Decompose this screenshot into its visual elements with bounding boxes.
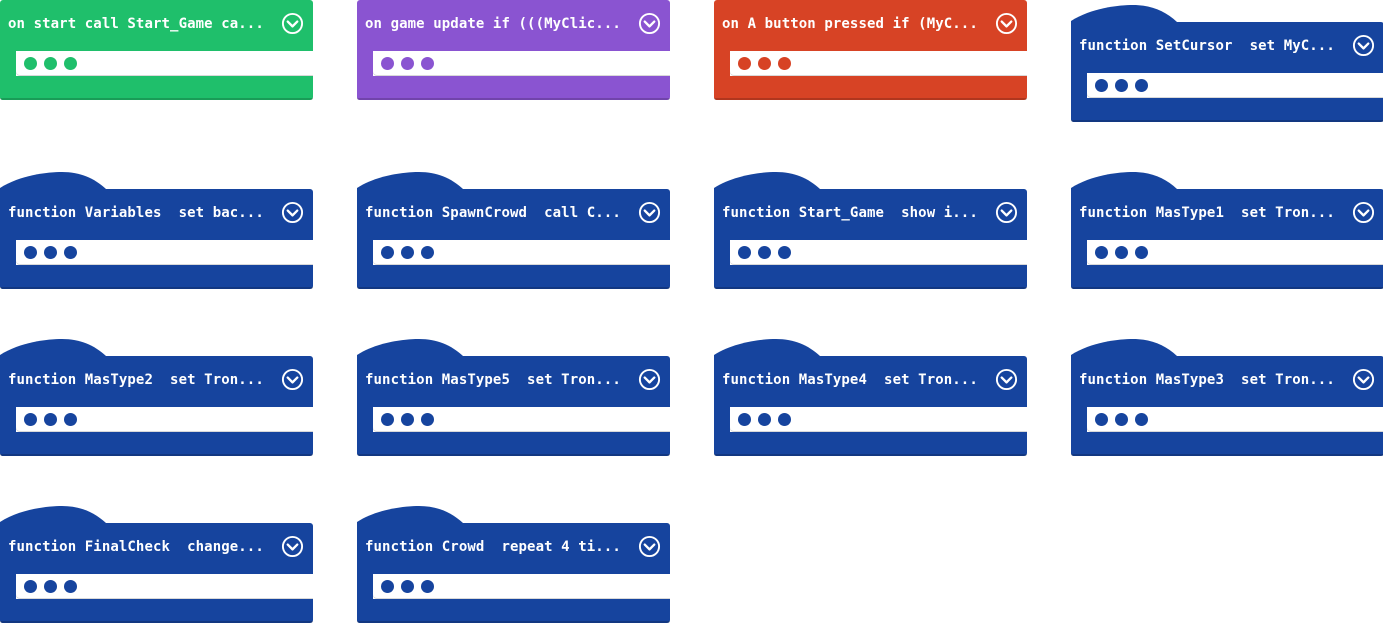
chevron-down-circle-icon[interactable] (281, 12, 304, 35)
collapsed-dots-button[interactable] (1095, 246, 1148, 259)
chevron-down-circle-icon[interactable] (638, 201, 661, 224)
chevron-down-circle-icon[interactable] (638, 368, 661, 391)
blocks-workspace[interactable]: on start call Start_Game ca... on game u… (0, 0, 1383, 623)
collapsed-dots-button[interactable] (24, 580, 77, 593)
block-header[interactable]: function Crowd repeat 4 ti... (357, 523, 670, 574)
collapsed-dots-button[interactable] (381, 580, 434, 593)
collapsed-dots-button[interactable] (738, 246, 791, 259)
chevron-down-circle-icon[interactable] (1352, 201, 1375, 224)
chevron-down-circle-icon[interactable] (1352, 34, 1375, 57)
collapsed-dots-button[interactable] (381, 57, 434, 70)
chevron-down-circle-icon[interactable] (995, 368, 1018, 391)
chevron-down-circle-icon[interactable] (995, 201, 1018, 224)
block-header[interactable]: function MasType4 set Tron... (714, 356, 1027, 407)
block-header[interactable]: function Variables set bac... (0, 189, 313, 240)
chevron-down-circle-icon[interactable] (281, 201, 304, 224)
collapsed-dots-button[interactable] (738, 57, 791, 70)
block-header[interactable]: on start call Start_Game ca... (0, 0, 313, 51)
block-header[interactable]: function SpawnCrowd call C... (357, 189, 670, 240)
block-header[interactable]: on game update if (((MyClic... (357, 0, 670, 51)
chevron-down-circle-icon[interactable] (281, 535, 304, 558)
block-header[interactable]: on A button pressed if (MyC... (714, 0, 1027, 51)
chevron-down-circle-icon[interactable] (281, 368, 304, 391)
block-label: function MasType3 set Tron... (1079, 372, 1335, 388)
collapsed-dots-button[interactable] (381, 246, 434, 259)
block-label: function Crowd repeat 4 ti... (365, 539, 621, 555)
block-label: function Start_Game show i... (722, 205, 978, 221)
block-label: function SetCursor set MyC... (1079, 38, 1335, 54)
block-label: function FinalCheck change... (8, 539, 264, 555)
collapsed-dots-button[interactable] (24, 246, 77, 259)
block-label: function MasType5 set Tron... (365, 372, 621, 388)
chevron-down-circle-icon[interactable] (638, 535, 661, 558)
block-header[interactable]: function SetCursor set MyC... (1071, 22, 1383, 73)
chevron-down-circle-icon[interactable] (1352, 368, 1375, 391)
chevron-down-circle-icon[interactable] (638, 12, 661, 35)
block-label: function Variables set bac... (8, 205, 264, 221)
block-label: function MasType4 set Tron... (722, 372, 978, 388)
chevron-down-circle-icon[interactable] (995, 12, 1018, 35)
block-label: function SpawnCrowd call C... (365, 205, 621, 221)
block-header[interactable]: function MasType2 set Tron... (0, 356, 313, 407)
collapsed-dots-button[interactable] (738, 413, 791, 426)
block-header[interactable]: function MasType5 set Tron... (357, 356, 670, 407)
block-header[interactable]: function MasType1 set Tron... (1071, 189, 1383, 240)
block-header[interactable]: function Start_Game show i... (714, 189, 1027, 240)
block-header[interactable]: function MasType3 set Tron... (1071, 356, 1383, 407)
block-label: on start call Start_Game ca... (8, 16, 264, 32)
collapsed-dots-button[interactable] (381, 413, 434, 426)
collapsed-dots-button[interactable] (24, 413, 77, 426)
block-header[interactable]: function FinalCheck change... (0, 523, 313, 574)
block-label: function MasType1 set Tron... (1079, 205, 1335, 221)
block-label: on A button pressed if (MyC... (722, 16, 978, 32)
block-label: function MasType2 set Tron... (8, 372, 264, 388)
collapsed-dots-button[interactable] (1095, 79, 1148, 92)
block-label: on game update if (((MyClic... (365, 16, 621, 32)
collapsed-dots-button[interactable] (1095, 413, 1148, 426)
collapsed-dots-button[interactable] (24, 57, 77, 70)
